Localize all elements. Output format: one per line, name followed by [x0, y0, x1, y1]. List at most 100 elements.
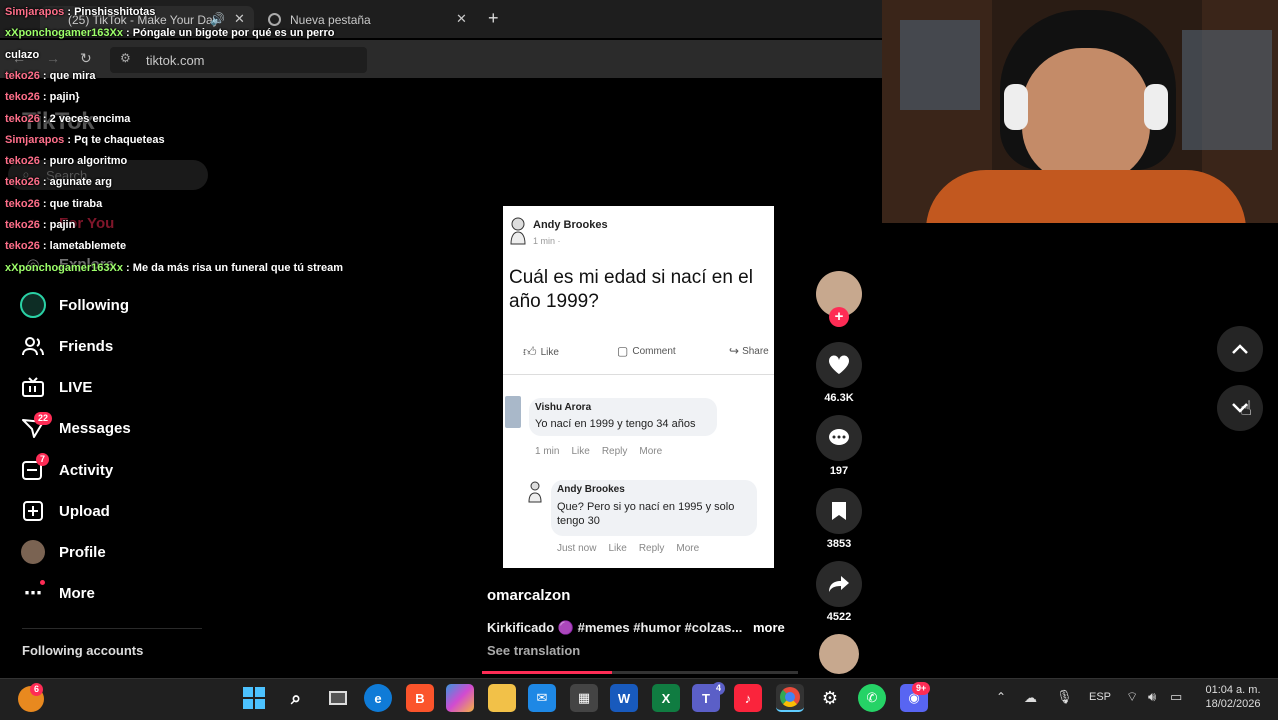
comment-like: Like: [571, 446, 590, 457]
video-caption: Kirkificado 🟣 #memes #humor #colzas...: [487, 620, 743, 635]
nav-profile[interactable]: Profile: [20, 537, 106, 567]
video-username[interactable]: omarcalzon: [487, 587, 570, 604]
caption-more-link[interactable]: more: [753, 620, 785, 635]
edge-icon[interactable]: e: [364, 684, 392, 712]
share-action[interactable]: 4522: [816, 561, 862, 623]
wifi-icon[interactable]: ⌔: [1126, 689, 1138, 705]
reply-bubble: Andy Brookes Que? Pero si yo nací en 199…: [551, 480, 757, 536]
chat-separator: :: [39, 69, 50, 82]
headphone-right: [1144, 84, 1168, 130]
post-author: Andy Brookes: [533, 219, 608, 231]
chat-message: teko26 : puro algoritmo: [5, 155, 127, 167]
reply-author: Andy Brookes: [557, 484, 625, 495]
following-icon: [20, 292, 46, 318]
nav-label: Friends: [59, 337, 114, 355]
chat-message: teko26 : lametablemete: [5, 240, 126, 252]
chat-username: teko26: [5, 197, 40, 210]
chat-text: 2 veces encima: [49, 112, 131, 125]
comment-count: 197: [829, 465, 849, 477]
reply-time: Just now: [557, 543, 597, 554]
search-icon[interactable]: ⌕: [282, 684, 310, 712]
live-tv-icon: [20, 374, 46, 400]
chat-message: Simjarapos : Pq te chaqueteas: [5, 134, 165, 146]
windows-start-icon[interactable]: [240, 684, 268, 712]
chat-username: xXponchogamer163Xx: [5, 261, 123, 274]
nav-label: Profile: [59, 543, 106, 561]
divider: [503, 374, 774, 375]
task-view-icon[interactable]: [324, 684, 352, 712]
chat-message: teko26 : pajin: [5, 219, 75, 231]
close-icon[interactable]: ✕: [234, 11, 245, 27]
chat-message: xXponchogamer163Xx : Póngale un bigote p…: [5, 27, 334, 39]
chevron-up-icon[interactable]: ⌃: [996, 690, 1006, 704]
chat-separator: :: [39, 240, 50, 253]
like-action[interactable]: 46.3K: [816, 342, 862, 404]
comment-more: More: [639, 446, 663, 457]
reply-reply: Reply: [638, 543, 665, 554]
reload-icon[interactable]: ↻: [80, 50, 92, 67]
chat-separator: :: [123, 261, 133, 274]
chrome-icon: [268, 13, 281, 26]
video-player[interactable]: Andy Brookes 1 min · Cuál es mi edad si …: [503, 206, 774, 568]
outlook-icon[interactable]: ✉: [528, 684, 556, 712]
chat-text: Pq te chaqueteas: [74, 133, 165, 146]
chat-separator: :: [39, 219, 50, 231]
onedrive-icon[interactable]: ☁: [1024, 690, 1037, 706]
glass-shelf: [1182, 30, 1272, 150]
nav-more[interactable]: ⋯ More: [20, 578, 95, 608]
word-icon[interactable]: W: [610, 684, 638, 712]
whatsapp-icon[interactable]: ✆: [858, 684, 886, 712]
excel-icon[interactable]: X: [652, 684, 680, 712]
chat-username: teko26: [5, 219, 40, 231]
speech-bubble-icon: ▢: [617, 344, 629, 358]
share-arrow-icon: ↪: [729, 344, 740, 358]
like-count: 46.3K: [824, 392, 854, 404]
nav-following[interactable]: Following: [20, 290, 129, 320]
following-accounts-heading: Following accounts: [22, 643, 144, 658]
messages-icon: 22: [20, 412, 53, 441]
close-icon[interactable]: ✕: [456, 11, 467, 27]
forward-icon[interactable]: →: [46, 50, 60, 66]
nav-friends[interactable]: Friends: [20, 331, 113, 361]
music-icon[interactable]: ♪: [734, 684, 762, 712]
nav-activity[interactable]: 7 Activity: [20, 453, 113, 485]
chat-message: teko26 : que mira: [5, 70, 96, 82]
speaker-icon[interactable]: 🔊: [210, 12, 225, 26]
save-action[interactable]: 3853: [816, 488, 862, 550]
reply-avatar: [527, 480, 543, 504]
creator-avatar-button[interactable]: +: [816, 271, 862, 327]
address-bar[interactable]: ⚙ tiktok.com: [110, 47, 367, 73]
music-disc[interactable]: [816, 634, 862, 674]
settings-gear-icon[interactable]: ⚙: [816, 684, 844, 712]
face: [1022, 48, 1150, 183]
see-translation-link[interactable]: See translation: [487, 643, 580, 658]
calculator-icon[interactable]: ▦: [570, 684, 598, 712]
follow-plus-icon[interactable]: +: [829, 307, 849, 327]
chat-text: Me da más risa un funeral que tú stream: [132, 261, 344, 274]
nav-upload[interactable]: Upload: [20, 496, 110, 526]
more-dots-icon: ⋯: [20, 580, 46, 606]
battery-icon[interactable]: ▭: [1170, 689, 1182, 705]
chat-separator: :: [123, 27, 133, 40]
nav-live[interactable]: LIVE: [20, 372, 92, 402]
new-tab-button[interactable]: +: [488, 8, 499, 29]
clock[interactable]: 01:04 a. m. 18/02/2026: [1200, 684, 1266, 710]
chrome-taskbar-icon[interactable]: [776, 684, 804, 712]
chat-separator: :: [64, 133, 75, 146]
volume-icon[interactable]: 🔊︎: [1148, 689, 1156, 705]
nav-label: More: [59, 584, 95, 602]
post-text: Cuál es mi edad si nací en el año 1999?: [509, 267, 753, 312]
copilot-icon[interactable]: [446, 684, 474, 712]
language-indicator[interactable]: ESP: [1089, 691, 1111, 703]
comment-dots-icon: [816, 415, 862, 461]
chat-username: Simjarapos: [5, 133, 65, 146]
teams-badge: 4: [712, 682, 726, 695]
comment-action[interactable]: 197: [816, 415, 862, 477]
site-settings-icon[interactable]: ⚙: [120, 51, 131, 65]
chat-text: que tiraba: [49, 197, 103, 210]
brave-icon[interactable]: B: [406, 684, 434, 712]
nav-messages[interactable]: 22 Messages: [20, 412, 131, 443]
file-explorer-icon[interactable]: [488, 684, 516, 712]
microphone-icon[interactable]: 🎙︎: [1056, 689, 1073, 705]
prev-video-button[interactable]: [1217, 326, 1263, 372]
